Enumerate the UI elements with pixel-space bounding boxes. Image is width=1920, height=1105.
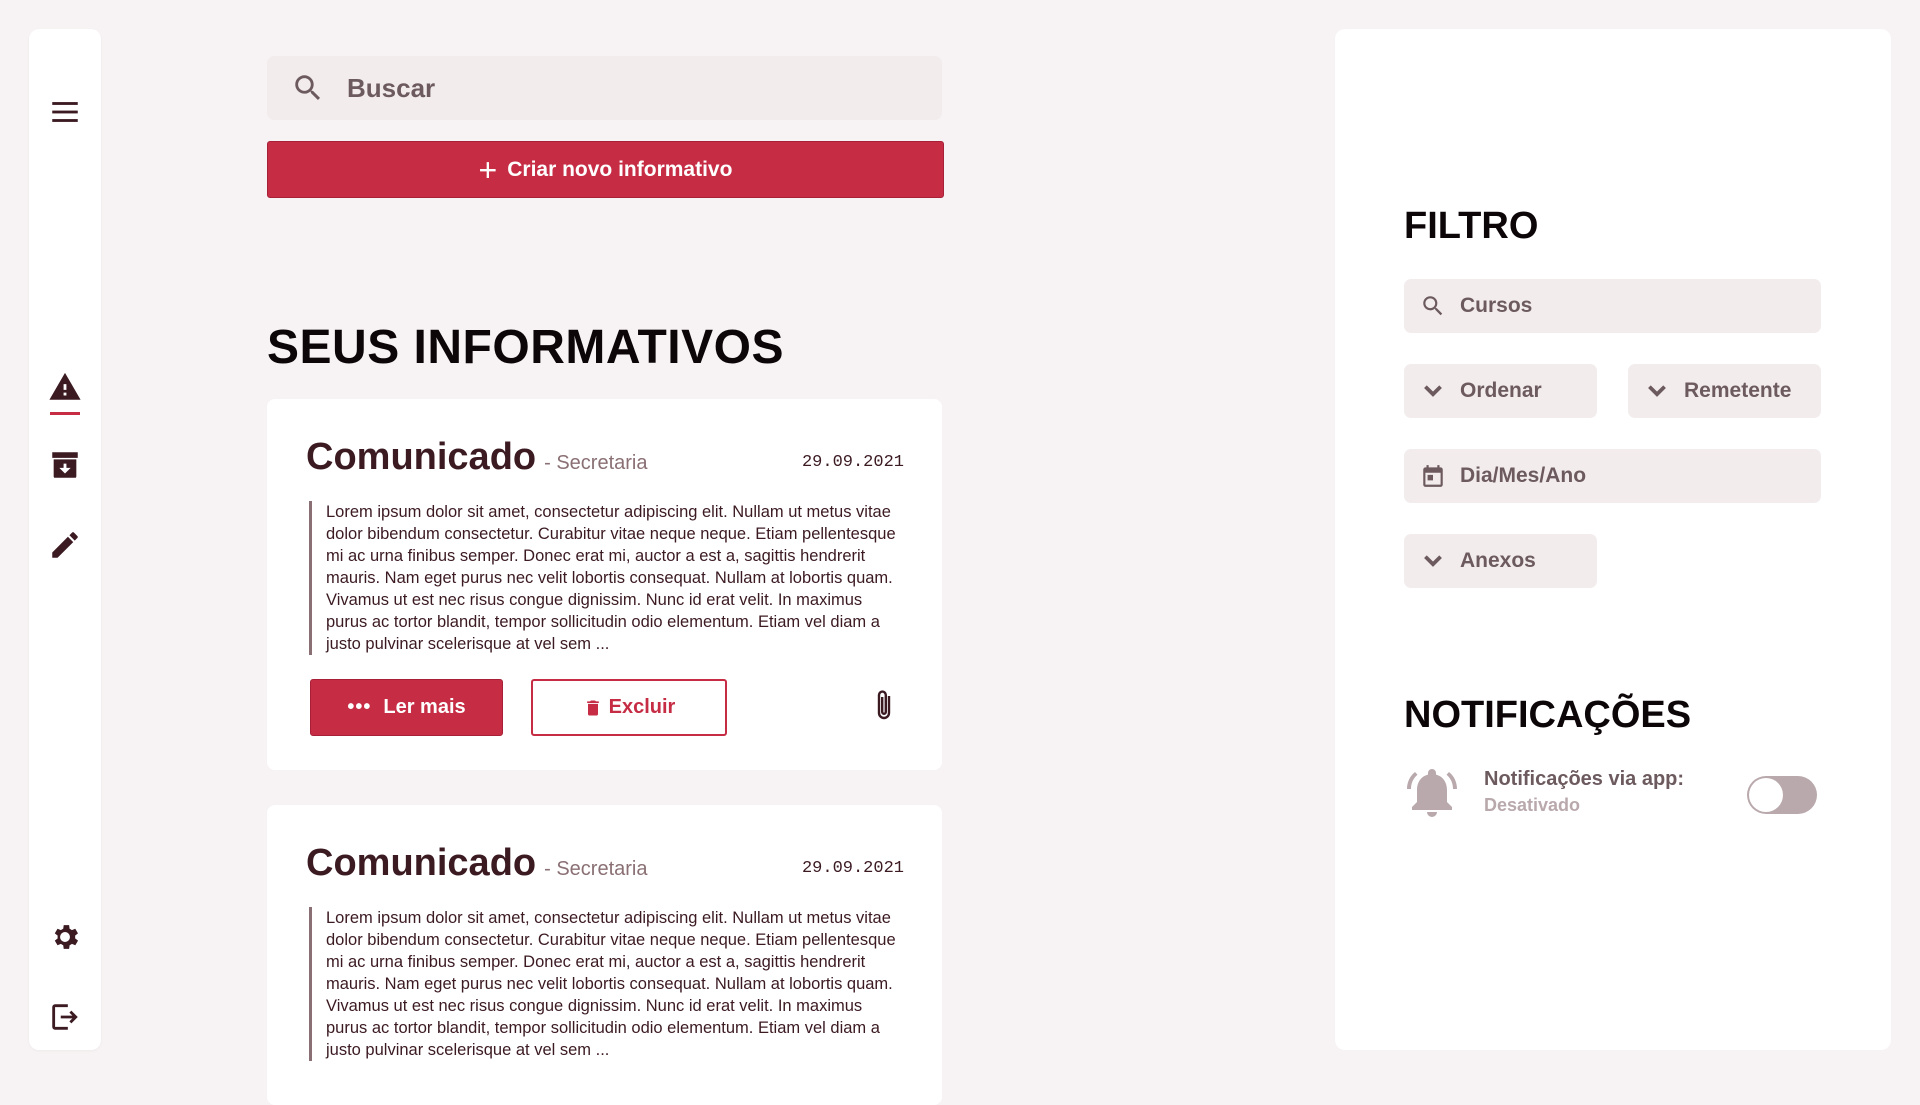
card-title: Comunicado - Secretaria [306,436,648,479]
trash-icon [586,700,599,715]
delete-button[interactable]: Excluir [531,679,727,736]
sidebar [29,29,101,1050]
read-more-label: Ler mais [383,696,466,718]
notification-setting: Notificações via app: Desativado [1404,764,1824,824]
order-dropdown[interactable]: Ordenar [1404,364,1597,418]
search-bar [267,56,942,120]
card-body: Lorem ipsum dolor sit amet, consectetur … [309,907,896,1061]
notification-label: Notificações via app: [1484,768,1685,790]
plus-icon: + [478,151,498,188]
card-title-text: Comunicado [306,436,537,478]
chevron-down-icon [1424,555,1442,567]
date-label: Dia/Mes/Ano [1460,464,1587,487]
warning-icon[interactable] [29,367,101,407]
more-dots-icon: ••• [347,696,372,718]
edit-icon[interactable] [29,525,101,565]
search-icon [1423,296,1443,316]
read-more-button[interactable]: ••• Ler mais [310,679,503,736]
toggle-knob [1749,778,1783,812]
informativo-card: Comunicado - Secretaria 29.09.2021 Lorem … [267,805,942,1105]
create-button-label: Criar novo informativo [507,157,733,181]
card-title: Comunicado - Secretaria [306,842,648,885]
delete-label: Excluir [608,696,676,718]
courses-search-field[interactable]: Cursos [1404,279,1821,333]
filter-panel: FILTRO Cursos Ordenar Remetente Dia/Mes/… [1335,29,1891,1050]
attachments-label: Anexos [1460,549,1536,572]
settings-icon[interactable] [29,917,101,957]
courses-label: Cursos [1460,294,1533,317]
create-informativo-button[interactable]: + Criar novo informativo [267,141,944,198]
sender-label: Remetente [1684,379,1792,402]
chevron-down-icon [1424,385,1442,397]
order-label: Ordenar [1460,379,1542,402]
filter-heading: FILTRO [1404,205,1539,247]
menu-icon[interactable] [29,92,101,132]
chevron-down-icon [1648,385,1666,397]
card-sender: - Secretaria [544,858,648,880]
card-sender: - Secretaria [544,452,648,474]
notification-status: Desativado [1484,795,1581,815]
card-title-text: Comunicado [306,842,537,884]
sender-dropdown[interactable]: Remetente [1628,364,1821,418]
attachments-dropdown[interactable]: Anexos [1404,534,1597,588]
informativo-card: Comunicado - Secretaria 29.09.2021 Lorem … [267,399,942,770]
search-input[interactable] [345,71,909,105]
date-field[interactable]: Dia/Mes/Ano [1404,449,1821,503]
card-date: 29.09.2021 [801,453,904,472]
page-title: SEUS INFORMATIVOS [267,321,784,374]
bell-icon [1404,764,1460,822]
active-nav-indicator [50,412,80,415]
attachment-icon[interactable] [870,686,900,726]
archive-icon[interactable] [29,445,101,485]
logout-icon[interactable] [29,997,101,1037]
card-body: Lorem ipsum dolor sit amet, consectetur … [309,501,896,655]
calendar-icon [1423,465,1443,487]
notifications-heading: NOTIFICAÇÕES [1404,694,1692,736]
search-icon [295,75,321,101]
notification-toggle[interactable] [1747,776,1817,814]
card-date: 29.09.2021 [801,859,904,878]
